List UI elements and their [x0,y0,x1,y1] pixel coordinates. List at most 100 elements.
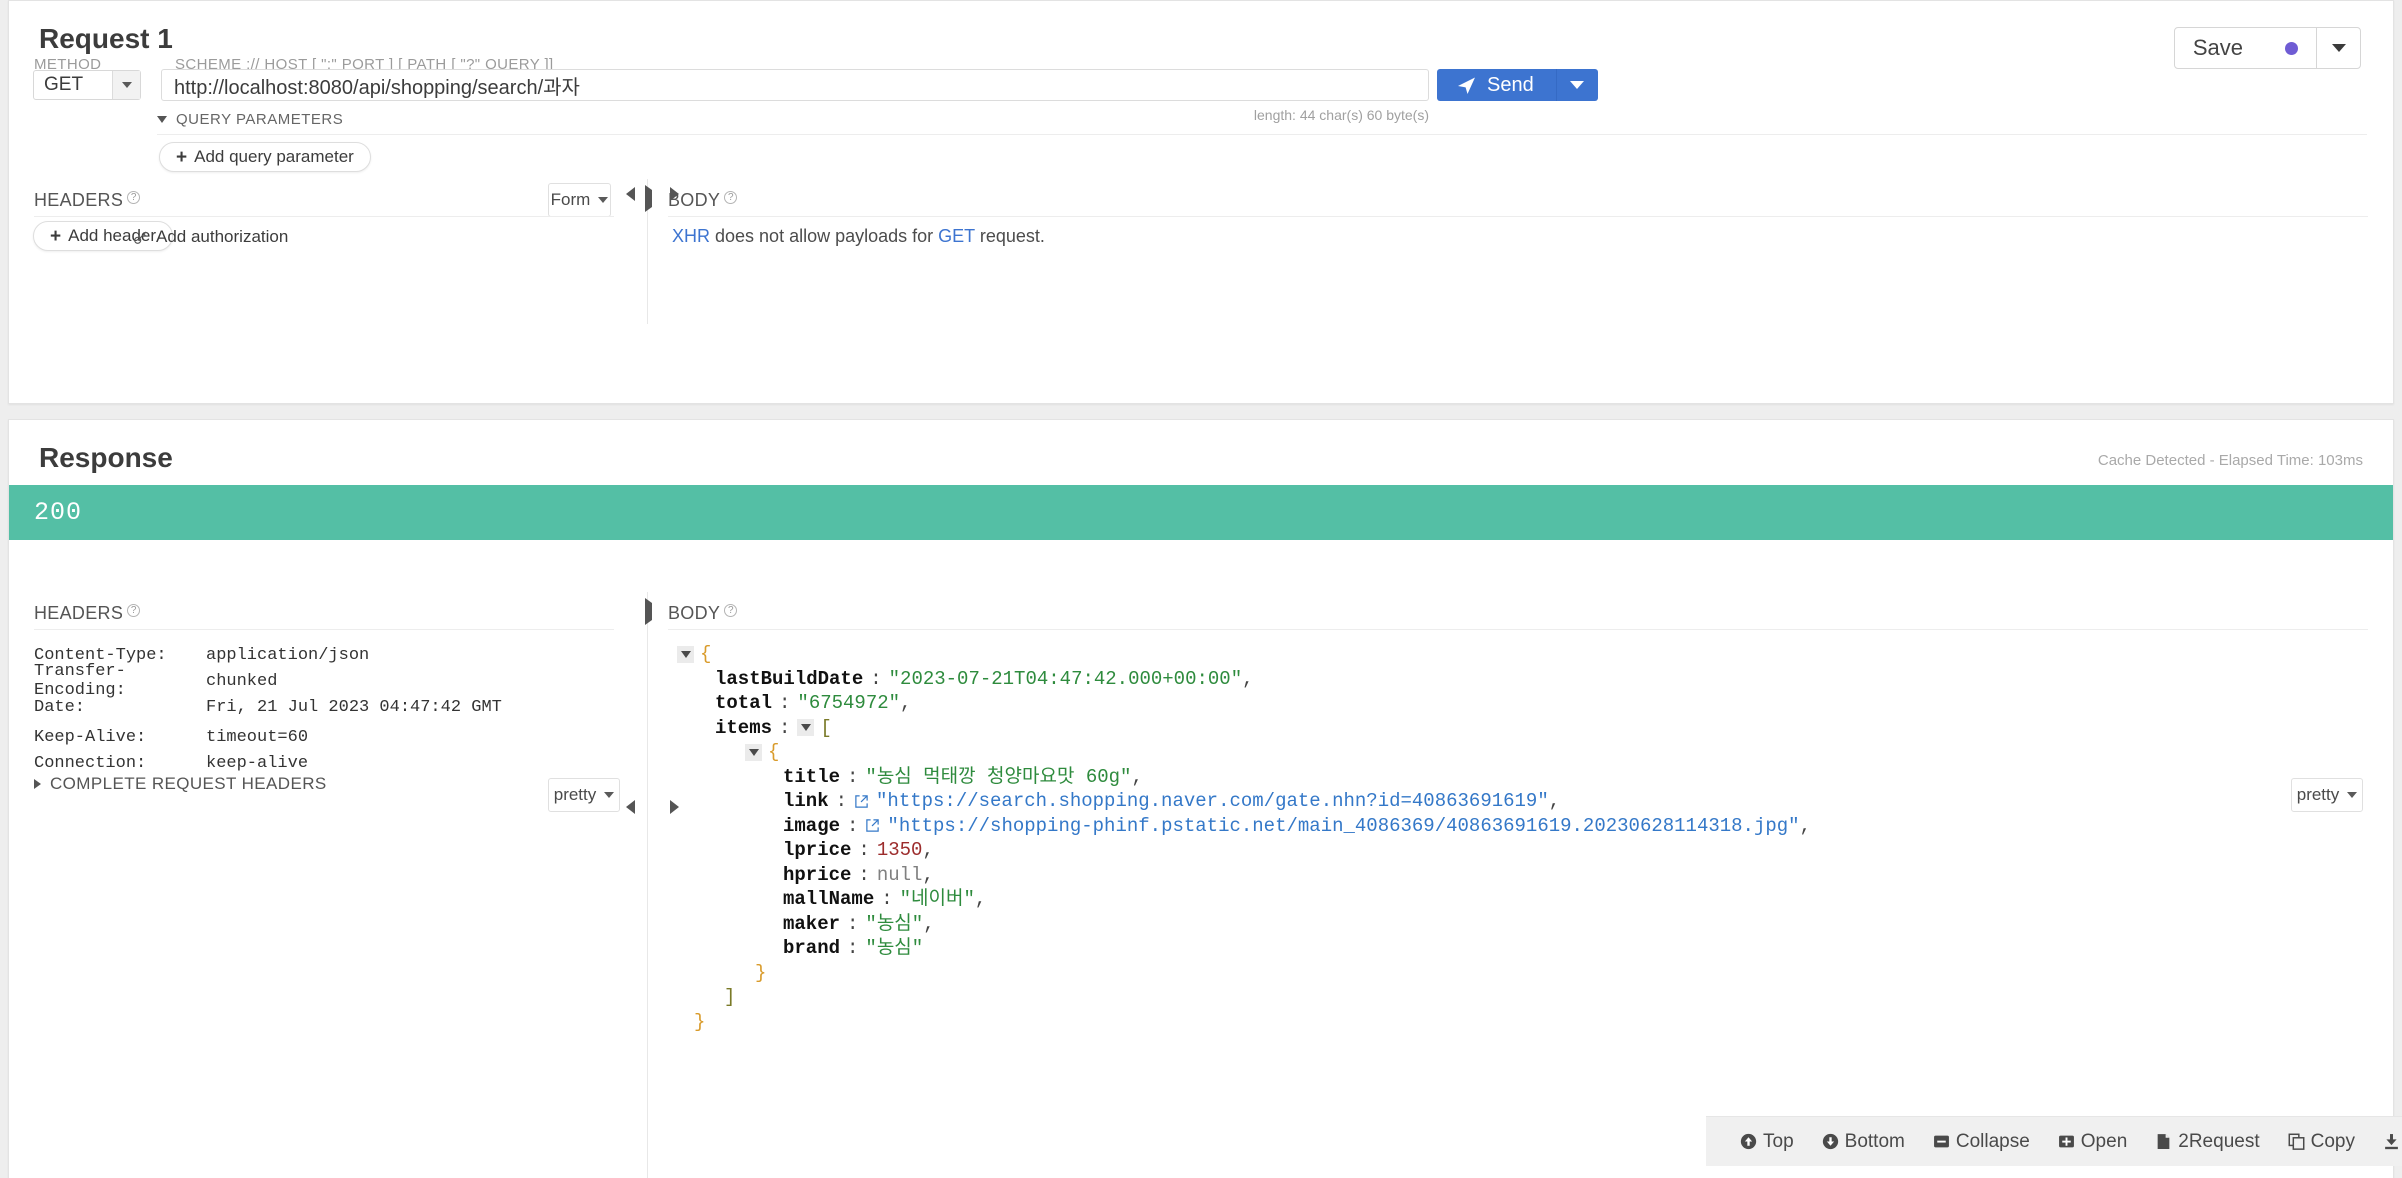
send-button-group[interactable]: Send [1437,69,1598,101]
brace-close: } [694,1010,706,1033]
help-icon[interactable]: ? [724,604,738,617]
comma: , [1242,667,1254,690]
bracket-open: [ [820,716,832,739]
query-parameters-section-toggle[interactable]: QUERY PARAMETERS [157,111,343,128]
json-line: { [677,642,1811,667]
json-key: total [715,692,773,714]
header-value: Fri, 21 Jul 2023 04:47:42 GMT [206,697,502,717]
help-icon[interactable]: ? [724,191,738,204]
plus-icon: + [50,225,62,247]
divider [34,216,614,217]
complete-request-headers-label: COMPLETE REQUEST HEADERS [50,774,327,793]
request-headers-label: HEADERS [34,190,124,210]
plus-icon: + [176,146,188,168]
help-icon[interactable]: ? [127,604,141,617]
json-key: image [783,814,841,837]
toolbar-collapse-label: Collapse [1955,1130,2030,1152]
toolbar-collapse-button[interactable]: Collapse [1919,1131,2044,1153]
collapse-left-button[interactable] [617,800,643,814]
file-icon [2155,1133,2172,1150]
response-headers-view-select[interactable]: pretty [548,778,620,812]
save-label: Save [2192,35,2243,60]
json-value: "6754972" [797,692,901,714]
json-collapse-toggle-item-0[interactable] [745,743,762,761]
triangle-down-icon [157,116,167,123]
add-query-parameter-label: Add query parameter [194,147,354,166]
send-button[interactable]: Send [1437,69,1556,101]
external-link-icon[interactable] [865,818,880,833]
request-body-label: BODY [668,190,721,210]
json-line: total : "6754972" , [677,691,1811,716]
json-line: { [677,740,1811,765]
json-line: image : "https://shopping-phinf.pstatic.… [677,814,1811,839]
header-key: Keep-Alive: [34,727,147,747]
response-title: Response [39,442,173,473]
save-button-group[interactable]: Save [2173,27,2361,69]
colon: : [847,912,859,935]
download-icon [2383,1133,2400,1150]
divider [34,629,614,630]
toolbar-open-button[interactable]: Open [2044,1131,2141,1153]
header-value: timeout=60 [206,727,309,747]
request-headers-view-value: Form [550,190,591,209]
json-line: items : [ [677,716,1811,741]
json-key: lastBuildDate [715,667,864,690]
json-collapse-toggle-items[interactable] [797,719,815,737]
url-input[interactable] [161,69,1429,101]
arrow-up-circle-icon [1740,1133,1757,1150]
json-key: mallName [783,888,875,910]
comma: , [1799,814,1811,837]
add-authorization-button[interactable]: Add authorization [133,227,288,247]
send-label: Send [1487,73,1534,96]
response-body-label: BODY [668,603,721,623]
get-link[interactable]: GET [938,226,975,246]
save-dropdown-button[interactable] [2316,28,2360,68]
json-line: lprice : 1350 , [677,838,1811,863]
json-value: "네이버" [899,888,975,910]
add-query-parameter-button[interactable]: + Add query parameter [159,142,371,172]
status-code-banner: 200 [9,485,2393,540]
json-value: "2023-07-21T04:47:42.000+00:00" [888,667,1243,690]
send-dropdown-button[interactable] [1555,69,1598,101]
json-value[interactable]: "https://shopping-phinf.pstatic.net/main… [887,814,1799,839]
divider [668,216,2368,217]
brace-open: { [768,741,780,763]
chevron-down-icon [2331,44,2346,52]
request-headers-view-select[interactable]: Form [548,183,611,217]
header-value: application/json [206,645,370,665]
toolbar-download-button[interactable]: Download [2369,1131,2402,1153]
response-headers-view-value: pretty [553,785,597,804]
colon: : [835,790,848,812]
colon: : [847,937,859,959]
response-body-view-select[interactable]: pretty [2291,778,2363,812]
complete-request-headers-toggle[interactable]: COMPLETE REQUEST HEADERS [34,774,327,794]
request-body-expand-toggle[interactable] [645,185,652,212]
help-icon[interactable]: ? [127,191,141,204]
triangle-down-icon [800,724,811,732]
chevron-down-icon [2347,792,2358,798]
json-key: items [715,716,773,739]
note-middle: does not allow payloads for [710,226,939,246]
arrow-down-circle-icon [1822,1133,1839,1150]
json-collapse-toggle-root[interactable] [677,645,694,663]
triangle-right-icon [645,185,652,212]
toolbar-top-button[interactable]: Top [1726,1131,1808,1153]
response-body-expand-toggle[interactable] [645,598,652,625]
toolbar-2request-button[interactable]: 2Request [2141,1131,2273,1153]
json-value[interactable]: "https://search.shopping.naver.com/gate.… [876,789,1549,814]
toolbar-bottom-button[interactable]: Bottom [1808,1131,1919,1153]
save-button[interactable]: Save [2175,28,2316,68]
json-line: ] [677,985,1811,1010]
panel-divider[interactable] [647,592,648,1178]
collapse-left-button[interactable] [617,187,643,201]
external-link-icon[interactable] [854,794,869,809]
colon: : [779,716,791,739]
arrow-left-icon [625,800,635,814]
xhr-link[interactable]: XHR [672,226,710,246]
method-select[interactable]: GET [33,70,141,100]
note-suffix: request. [974,226,1045,246]
toolbar-copy-button[interactable]: Copy [2274,1131,2369,1153]
json-key: lprice [783,839,852,861]
copy-icon [2288,1133,2305,1150]
chevron-down-icon [598,197,609,203]
